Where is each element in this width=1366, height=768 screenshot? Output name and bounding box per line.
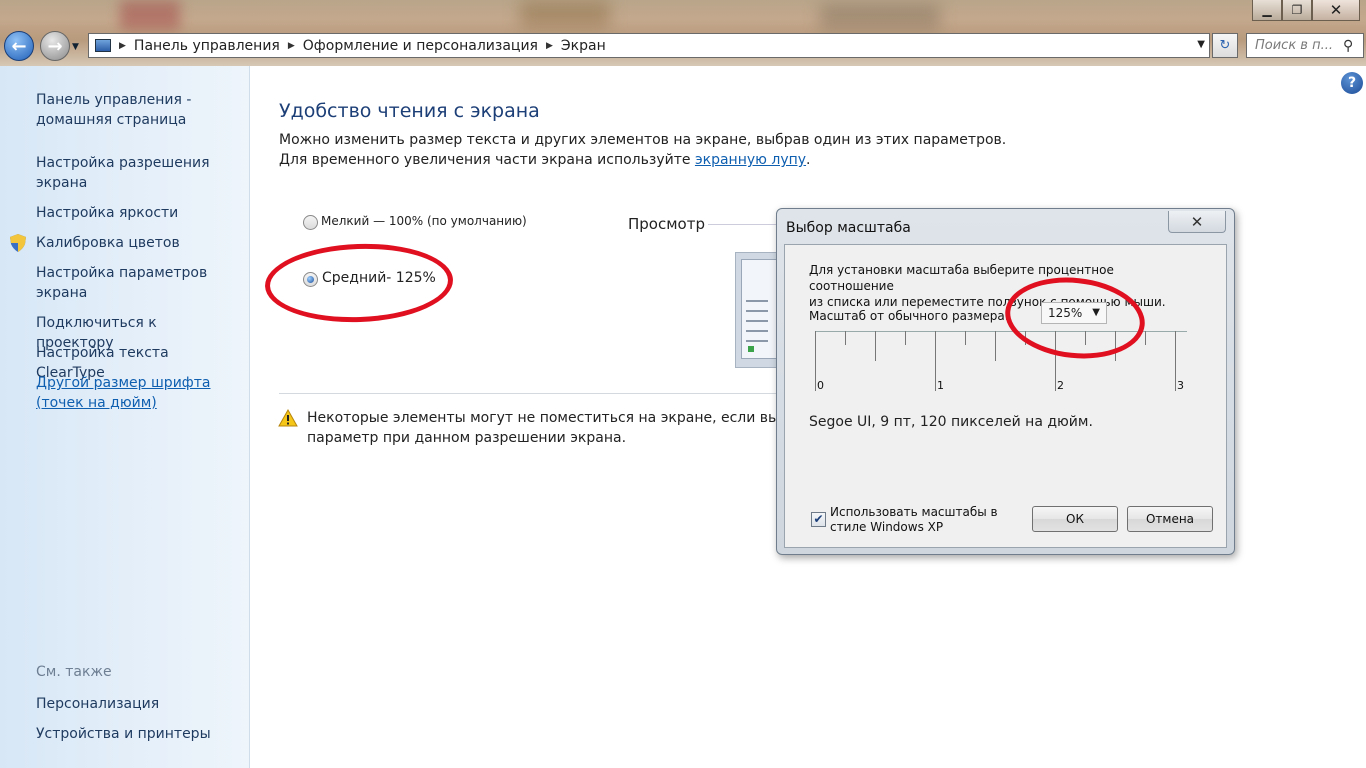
page-title: Удобство чтения с экрана xyxy=(279,100,540,122)
radio-small-100[interactable] xyxy=(303,215,318,230)
breadcrumb-display[interactable]: Экран xyxy=(561,38,606,54)
refresh-button[interactable]: ↻ xyxy=(1212,33,1238,58)
window-controls: ▁ ❐ ✕ xyxy=(1252,0,1360,22)
warning-text: Некоторые элементы могут не поместиться … xyxy=(307,408,777,448)
page-description: Можно изменить размер текста и других эл… xyxy=(279,130,1019,170)
description-end: . xyxy=(806,152,811,168)
ruler-minor-tick xyxy=(845,331,846,345)
preview-line xyxy=(746,310,768,312)
annotation-circle-medium xyxy=(263,240,455,326)
xp-style-checkbox-label[interactable]: Использовать масштабы в стиле Windows XP xyxy=(830,505,1010,535)
sidebar-item-control-panel-home[interactable]: Панель управления - домашняя страница xyxy=(36,90,236,130)
preview-line xyxy=(746,300,768,302)
ruler-minor-tick xyxy=(905,331,906,345)
ruler-minor-tick xyxy=(995,331,996,361)
close-button[interactable]: ✕ xyxy=(1312,0,1360,21)
preview-line xyxy=(746,320,768,322)
dialog-instructions: Для установки масштаба выберите процентн… xyxy=(809,262,1199,310)
sidebar: Панель управления - домашняя страница На… xyxy=(0,66,250,768)
search-icon[interactable]: ⚲ xyxy=(1343,38,1363,54)
dialog-close-button[interactable]: ✕ xyxy=(1168,211,1226,233)
forward-button[interactable]: → xyxy=(40,31,70,61)
control-panel-icon xyxy=(95,39,111,52)
address-bar[interactable]: ▶ Панель управления ▶ Оформление и персо… xyxy=(88,33,1210,58)
instruction-line-2: из списка или переместите ползунок с пом… xyxy=(809,295,1166,309)
ruler-major-tick xyxy=(935,331,936,391)
breadcrumb-separator-icon[interactable]: ▶ xyxy=(288,41,295,51)
instruction-line-1: Для установки масштаба выберите процентн… xyxy=(809,263,1114,293)
dialog-title: Выбор масштаба xyxy=(786,220,911,236)
preview-line xyxy=(746,340,768,342)
breadcrumb-separator-icon[interactable]: ▶ xyxy=(546,41,553,51)
section-divider xyxy=(279,393,779,394)
help-icon[interactable]: ? xyxy=(1341,72,1363,94)
breadcrumb-separator-icon[interactable]: ▶ xyxy=(119,41,126,51)
warning-icon xyxy=(278,409,298,427)
sidebar-item-devices-printers[interactable]: Устройства и принтеры xyxy=(36,724,236,744)
magnifier-link[interactable]: экранную лупу xyxy=(695,152,806,168)
maximize-button[interactable]: ❐ xyxy=(1282,0,1312,21)
search-input[interactable]: Поиск в п... ⚲ xyxy=(1246,33,1364,58)
breadcrumb-control-panel[interactable]: Панель управления xyxy=(134,38,280,54)
description-text: Можно изменить размер текста и других эл… xyxy=(279,132,1007,168)
warning-line-2: параметр при данном разрешении экрана. xyxy=(307,430,627,446)
sidebar-item-brightness[interactable]: Настройка яркости xyxy=(36,203,236,223)
warning-line-1: Некоторые элементы могут не поместиться … xyxy=(307,410,777,426)
custom-dpi-dialog: Выбор масштаба ✕ Для установки масштаба … xyxy=(776,208,1235,555)
sidebar-item-resolution[interactable]: Настройка разрешения экрана xyxy=(36,153,236,193)
back-button[interactable]: ← xyxy=(4,31,34,61)
ruler-label-1: 1 xyxy=(937,379,944,392)
ruler-label-0: 0 xyxy=(817,379,824,392)
cancel-button[interactable]: Отмена xyxy=(1127,506,1213,532)
ruler-minor-tick xyxy=(875,331,876,361)
sidebar-item-color-calibration[interactable]: Калибровка цветов xyxy=(36,233,236,253)
dialog-body: Для установки масштаба выберите процентн… xyxy=(784,244,1227,548)
preview-label: Просмотр xyxy=(628,215,705,233)
minimize-button[interactable]: ▁ xyxy=(1252,0,1282,21)
background-blur xyxy=(120,0,180,30)
preview-window xyxy=(741,259,777,359)
ruler-label-3: 3 xyxy=(1177,379,1184,392)
address-dropdown-icon[interactable]: ▼ xyxy=(1197,39,1205,50)
background-blur xyxy=(820,4,940,30)
preview-start-icon xyxy=(748,346,754,352)
ruler-major-tick xyxy=(1175,331,1176,391)
breadcrumb-appearance[interactable]: Оформление и персонализация xyxy=(303,38,538,54)
shield-icon xyxy=(10,234,26,252)
xp-style-checkbox[interactable]: ✔ xyxy=(811,512,826,527)
ruler-minor-tick xyxy=(1145,331,1146,345)
ruler-label-2: 2 xyxy=(1057,379,1064,392)
preview-line xyxy=(746,330,768,332)
see-also-heading: См. также xyxy=(36,664,112,680)
ruler-major-tick xyxy=(815,331,816,391)
scale-label: Масштаб от обычного размера: xyxy=(809,309,1009,323)
sidebar-item-personalization[interactable]: Персонализация xyxy=(36,694,236,714)
sidebar-item-display-settings[interactable]: Настройка параметров экрана xyxy=(36,263,236,303)
search-placeholder: Поиск в п... xyxy=(1255,38,1333,53)
background-blur xyxy=(520,0,610,28)
preview-divider xyxy=(708,224,778,225)
font-info-text: Segoe UI, 9 пт, 120 пикселей на дюйм. xyxy=(809,414,1093,430)
recent-pages-dropdown-icon[interactable]: ▼ xyxy=(72,42,79,52)
ok-button[interactable]: ОК xyxy=(1032,506,1118,532)
preview-image xyxy=(735,252,779,368)
ruler-minor-tick xyxy=(965,331,966,345)
option-small-label[interactable]: Мелкий — 100% (по умолчанию) xyxy=(321,214,527,228)
sidebar-item-custom-dpi[interactable]: Другой размер шрифта (точек на дюйм) xyxy=(36,373,236,413)
